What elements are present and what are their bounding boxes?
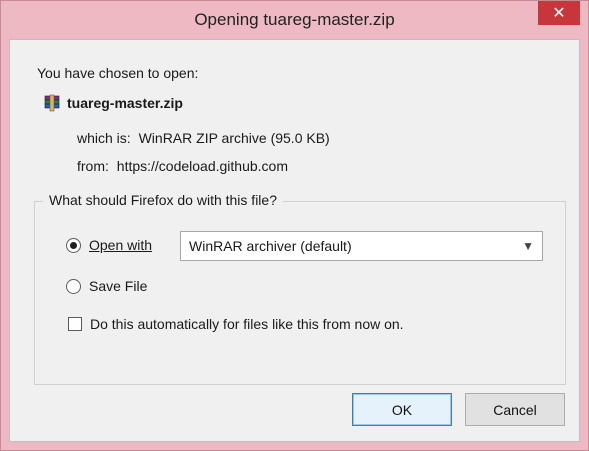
from-label: from: <box>77 158 109 174</box>
auto-action-label: Do this automatically for files like thi… <box>90 316 404 332</box>
open-with-app-select[interactable]: WinRAR archiver (default) ▼ <box>180 231 543 261</box>
save-file-label: Save File <box>89 278 148 294</box>
save-file-radio-row[interactable]: Save File <box>66 278 147 294</box>
open-with-radio[interactable] <box>66 237 81 253</box>
which-value: WinRAR ZIP archive (95.0 KB) <box>138 130 330 146</box>
dialog-window: Opening tuareg-master.zip ✕ You have cho… <box>0 0 589 451</box>
which-label: which is: <box>77 130 131 146</box>
chevron-down-icon: ▼ <box>522 239 534 253</box>
close-button[interactable]: ✕ <box>538 1 580 25</box>
group-label: What should Firefox do with this file? <box>43 192 283 208</box>
from-value: https://codeload.github.com <box>116 158 289 174</box>
auto-action-checkbox-row[interactable]: Do this automatically for files like thi… <box>68 316 404 332</box>
ok-button[interactable]: OK <box>352 393 452 426</box>
cancel-button[interactable]: Cancel <box>465 393 565 426</box>
source-row: from: https://codeload.github.com <box>77 158 288 174</box>
close-icon: ✕ <box>552 5 566 22</box>
open-with-label: Open with <box>89 237 153 253</box>
app-select-value: WinRAR archiver (default) <box>189 238 352 254</box>
open-with-radio-row[interactable]: Open with <box>66 237 152 253</box>
file-name: tuareg-master.zip <box>67 95 183 111</box>
auto-action-checkbox[interactable] <box>68 317 82 331</box>
chosen-label: You have chosen to open: <box>37 65 199 81</box>
dialog-buttons: OK Cancel <box>352 393 565 426</box>
save-file-radio[interactable] <box>66 278 81 294</box>
winrar-archive-icon <box>44 94 60 112</box>
action-groupbox: What should Firefox do with this file? O… <box>34 192 566 385</box>
title-bar[interactable]: Opening tuareg-master.zip ✕ <box>1 1 588 39</box>
file-row: tuareg-master.zip <box>43 94 183 112</box>
radio-selected-dot <box>70 241 77 249</box>
dialog-client-area: You have chosen to open: tuareg-master.z… <box>9 39 580 442</box>
window-title: Opening tuareg-master.zip <box>194 10 395 29</box>
file-type-row: which is: WinRAR ZIP archive (95.0 KB) <box>77 130 330 146</box>
